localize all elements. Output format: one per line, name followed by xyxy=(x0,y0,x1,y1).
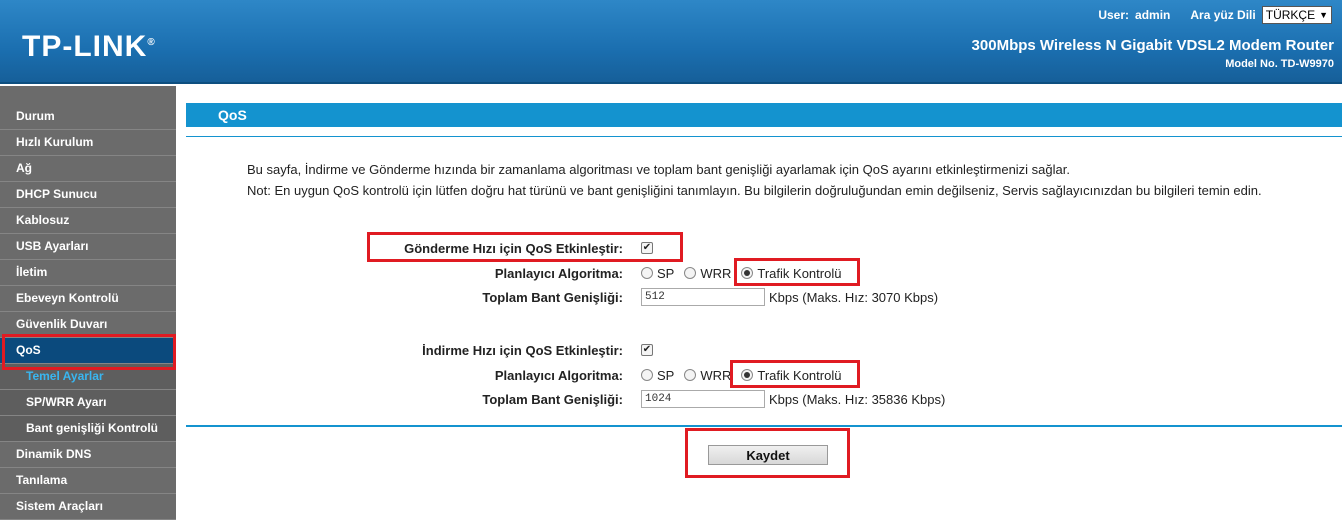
upload-bw-hint: Kbps (Maks. Hız: 3070 Kbps) xyxy=(769,289,939,305)
sidebar-item-iletim[interactable]: İletim xyxy=(0,260,176,286)
sidebar-item-dinamik-dns[interactable]: Dinamik DNS xyxy=(0,442,176,468)
upload-enable-checkbox[interactable]: ✔ xyxy=(641,242,653,254)
sidebar-subitem-bant-genisligi[interactable]: Bant genişliği Kontrolü xyxy=(0,416,176,442)
download-enable-checkbox[interactable]: ✔ xyxy=(641,344,653,356)
download-bw-label: Toplam Bant Genişliği: xyxy=(482,391,623,407)
model-number: Model No. TD-W9970 xyxy=(1225,58,1334,70)
note-text: Not: En uygun QoS kontrolü için lütfen d… xyxy=(247,183,1262,198)
download-sp-label: SP xyxy=(657,367,675,383)
upload-algo-row: Planlayıcı Algoritma: SP WRR Trafik Kont… xyxy=(186,263,1342,283)
user-label: User: xyxy=(1098,8,1130,22)
upload-bw-field: 512 Kbps (Maks. Hız: 3070 Kbps) xyxy=(641,288,938,306)
upload-sp-radio[interactable] xyxy=(641,267,653,279)
sidebar-item-usb[interactable]: USB Ayarları xyxy=(0,234,176,260)
sidebar-item-tanilama[interactable]: Tanılama xyxy=(0,468,176,494)
sidebar-item-sistem-araclari[interactable]: Sistem Araçları xyxy=(0,494,176,520)
sidebar-item-hizli-kurulum[interactable]: Hızlı Kurulum xyxy=(0,130,176,156)
upload-bandwidth-input[interactable]: 512 xyxy=(641,288,765,306)
download-wrr-option[interactable]: WRR xyxy=(684,368,731,383)
sidebar-item-dhcp[interactable]: DHCP Sunucu xyxy=(0,182,176,208)
sidebar: Durum Hızlı Kurulum Ağ DHCP Sunucu Kablo… xyxy=(0,86,176,520)
download-algo-field: SP WRR Trafik Kontrolü xyxy=(641,368,847,383)
download-bandwidth-input[interactable]: 1024 xyxy=(641,390,765,408)
save-button[interactable]: Kaydet xyxy=(708,445,828,465)
upload-enable-row: Gönderme Hızı için QoS Etkinleştir: ✔ xyxy=(186,238,1342,258)
upload-enable-field: ✔ xyxy=(641,242,653,254)
sidebar-item-kablosuz[interactable]: Kablosuz xyxy=(0,208,176,234)
header: TP-LINK® User: admin Ara yüz Dili TÜRKÇE… xyxy=(0,0,1342,84)
download-bw-hint: Kbps (Maks. Hız: 35836 Kbps) xyxy=(769,391,946,407)
upload-sp-label: SP xyxy=(657,265,675,281)
download-sp-radio[interactable] xyxy=(641,369,653,381)
language-label: Ara yüz Dili xyxy=(1190,8,1256,22)
sidebar-item-ag[interactable]: Ağ xyxy=(0,156,176,182)
download-algo-label: Planlayıcı Algoritma: xyxy=(494,367,623,383)
download-bw-row: Toplam Bant Genişliği: 1024 Kbps (Maks. … xyxy=(186,389,1342,409)
download-tc-label: Trafik Kontrolü xyxy=(757,367,842,383)
chevron-down-icon: ▼ xyxy=(1319,10,1328,20)
upload-wrr-option[interactable]: WRR xyxy=(684,266,731,281)
logo-text: TP-LINK xyxy=(22,30,148,63)
section-divider xyxy=(186,136,1342,137)
upload-bw-label: Toplam Bant Genişliği: xyxy=(482,289,623,305)
download-enable-label: İndirme Hızı için QoS Etkinleştir: xyxy=(422,342,623,358)
sidebar-item-qos[interactable]: QoS xyxy=(0,338,176,364)
user-area: User: admin Ara yüz Dili TÜRKÇE ▼ xyxy=(1098,6,1332,24)
upload-tc-radio[interactable] xyxy=(741,267,754,279)
download-enable-row: İndirme Hızı için QoS Etkinleştir: ✔ xyxy=(186,340,1342,360)
upload-enable-label: Gönderme Hızı için QoS Etkinleştir: xyxy=(404,240,623,256)
upload-wrr-label: WRR xyxy=(700,265,732,281)
upload-sp-option[interactable]: SP xyxy=(641,266,674,281)
section-bar: QoS xyxy=(186,103,1342,127)
download-wrr-radio[interactable] xyxy=(684,369,697,381)
description-text: Bu sayfa, İndirme ve Gönderme hızında bi… xyxy=(247,162,1070,177)
download-bw-field: 1024 Kbps (Maks. Hız: 35836 Kbps) xyxy=(641,390,945,408)
sidebar-item-ebeveyn[interactable]: Ebeveyn Kontrolü xyxy=(0,286,176,312)
sidebar-top-band xyxy=(0,86,176,104)
sidebar-subitem-temel-ayarlar[interactable]: Temel Ayarlar xyxy=(0,364,176,390)
upload-algo-label: Planlayıcı Algoritma: xyxy=(494,265,623,281)
main-content: QoS Bu sayfa, İndirme ve Gönderme hızınd… xyxy=(186,86,1342,504)
language-value: TÜRKÇE xyxy=(1265,8,1316,22)
page-title: QoS xyxy=(218,107,247,123)
tp-link-logo: TP-LINK® xyxy=(22,30,156,64)
upload-tc-label: Trafik Kontrolü xyxy=(757,265,842,281)
download-tc-option[interactable]: Trafik Kontrolü xyxy=(741,368,841,383)
sidebar-subitem-sp-wrr[interactable]: SP/WRR Ayarı xyxy=(0,390,176,416)
bottom-divider xyxy=(186,425,1342,427)
product-title: 300Mbps Wireless N Gigabit VDSL2 Modem R… xyxy=(971,37,1334,54)
upload-algo-field: SP WRR Trafik Kontrolü xyxy=(641,266,847,281)
download-enable-field: ✔ xyxy=(641,344,653,356)
download-tc-radio[interactable] xyxy=(741,369,754,381)
download-wrr-label: WRR xyxy=(700,367,732,383)
upload-tc-option[interactable]: Trafik Kontrolü xyxy=(741,266,841,281)
upload-bw-row: Toplam Bant Genişliği: 512 Kbps (Maks. H… xyxy=(186,287,1342,307)
download-algo-row: Planlayıcı Algoritma: SP WRR Trafik Kont… xyxy=(186,365,1342,385)
language-select[interactable]: TÜRKÇE ▼ xyxy=(1261,6,1332,24)
sidebar-item-durum[interactable]: Durum xyxy=(0,104,176,130)
upload-wrr-radio[interactable] xyxy=(684,267,697,279)
registered-icon: ® xyxy=(147,37,156,48)
user-name: admin xyxy=(1135,8,1171,22)
check-icon: ✔ xyxy=(642,242,652,253)
check-icon: ✔ xyxy=(642,344,652,355)
download-sp-option[interactable]: SP xyxy=(641,368,674,383)
sidebar-item-guvenlik[interactable]: Güvenlik Duvarı xyxy=(0,312,176,338)
